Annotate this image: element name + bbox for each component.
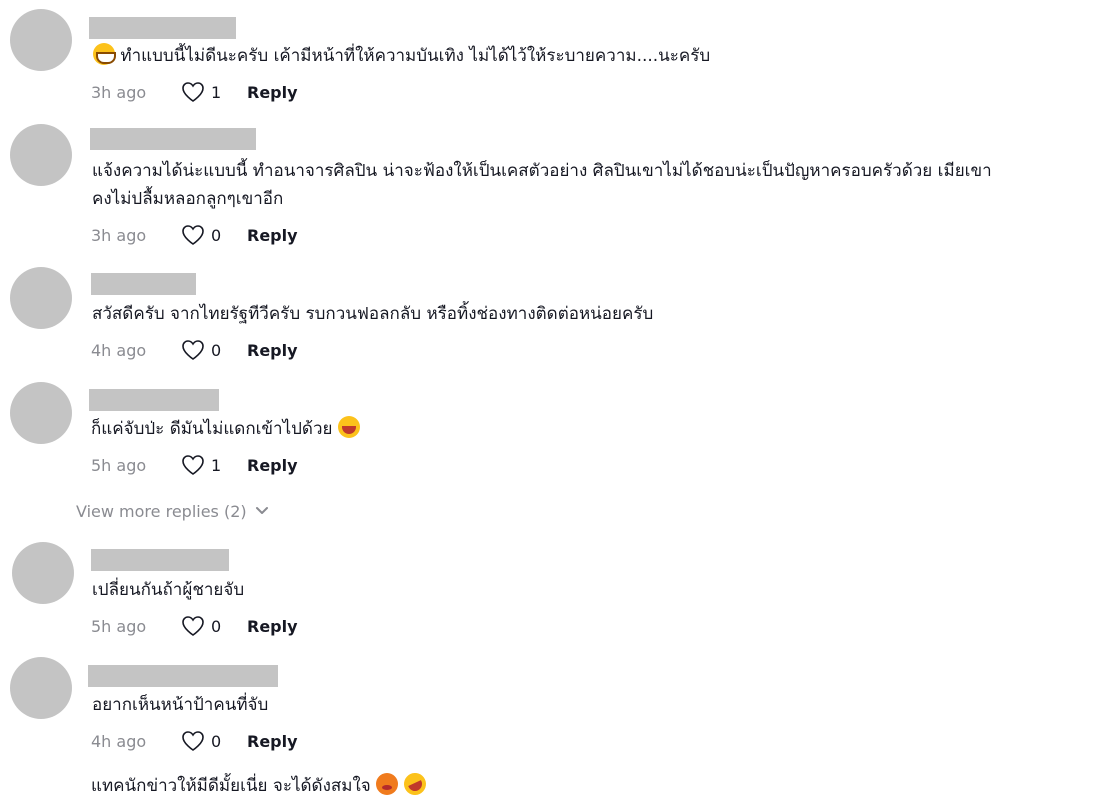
avatar[interactable] — [10, 267, 72, 329]
reply-button[interactable]: Reply — [247, 226, 298, 245]
comment-text-line: คงไม่ปลื้มหลอกลูกๆเขาอีก — [92, 189, 284, 209]
comment-meta: 3h ago 1 Reply — [91, 80, 298, 104]
like-count: 0 — [211, 225, 222, 245]
heart-icon — [182, 731, 204, 751]
grinning-face-emoji — [93, 43, 116, 65]
comment-meta: 4h ago 0 Reply — [91, 338, 298, 362]
avatar[interactable] — [10, 382, 72, 444]
chevron-down-icon — [255, 507, 268, 514]
comment-time: 5h ago — [91, 616, 147, 636]
comment-time: 3h ago — [91, 225, 147, 245]
comment-text: สวัสดีครับ จากไทยรัฐทีวีครับ รบกวนฟอลกลั… — [92, 304, 654, 324]
heart-icon — [182, 455, 204, 475]
reply-button[interactable]: Reply — [247, 732, 298, 751]
username-redacted[interactable] — [91, 549, 229, 571]
like-count: 0 — [211, 340, 222, 360]
like-count: 1 — [211, 455, 222, 475]
reply-button[interactable]: Reply — [247, 617, 298, 636]
comment-time: 3h ago — [91, 82, 147, 102]
comment-meta: 4h ago 0 Reply — [91, 729, 298, 753]
comment-meta: 5h ago 1 Reply — [91, 453, 298, 477]
comment-text: อยากเห็นหน้าป้าคนที่จับ — [92, 695, 269, 715]
like-button[interactable]: 0 — [181, 224, 247, 246]
comment-text: เปลี่ยนกันถ้าผู้ชายจับ — [92, 580, 245, 600]
heart-icon — [182, 340, 204, 360]
avatar[interactable] — [10, 9, 72, 71]
reply-button[interactable]: Reply — [247, 341, 298, 360]
heart-icon — [182, 82, 204, 102]
like-button[interactable]: 0 — [181, 339, 247, 361]
comment-time: 5h ago — [91, 455, 147, 475]
like-button[interactable]: 1 — [181, 454, 247, 476]
like-count: 1 — [211, 82, 222, 102]
like-button[interactable]: 0 — [181, 615, 247, 637]
username-redacted[interactable] — [90, 128, 256, 150]
hot-face-emoji — [376, 773, 399, 795]
laughing-face-emoji — [337, 416, 360, 438]
view-more-replies-button[interactable]: View more replies (2) — [76, 499, 269, 523]
like-count: 0 — [211, 616, 222, 636]
like-count: 0 — [211, 731, 222, 751]
avatar[interactable] — [10, 657, 72, 719]
avatar[interactable] — [10, 124, 72, 186]
rofl-emoji — [399, 769, 430, 799]
comment-text: ทำแบบนี้ไม่ดีนะครับ เค้ามีหน้าที่ให้ความ… — [93, 42, 1093, 70]
comment-text: ก็แค่จับป่ะ ดีมันไม่แดกเข้าไปด้วย — [91, 415, 1091, 443]
reply-button[interactable]: Reply — [247, 456, 298, 475]
username-redacted[interactable] — [89, 17, 236, 39]
heart-icon — [182, 225, 204, 245]
comment-time: 4h ago — [91, 731, 147, 751]
like-button[interactable]: 1 — [181, 81, 247, 103]
comment-time: 4h ago — [91, 340, 147, 360]
view-more-label: View more replies (2) — [76, 501, 247, 521]
like-button[interactable]: 0 — [181, 730, 247, 752]
comment-text-line: แจ้งความได้น่ะแบบนี้ ทำอนาจารศิลปิน น่าจ… — [92, 161, 992, 181]
comment-meta: 3h ago 0 Reply — [91, 223, 298, 247]
username-redacted[interactable] — [89, 389, 219, 411]
comment-meta: 5h ago 0 Reply — [91, 614, 298, 638]
reply-button[interactable]: Reply — [247, 83, 298, 102]
username-redacted[interactable] — [91, 273, 196, 295]
avatar[interactable] — [12, 542, 74, 604]
heart-icon — [182, 616, 204, 636]
comment-text: แทคนักข่าวให้มีดีมั้ยเนี่ย จะได้ดังสมใจ — [91, 769, 1091, 800]
username-redacted[interactable] — [88, 665, 278, 687]
